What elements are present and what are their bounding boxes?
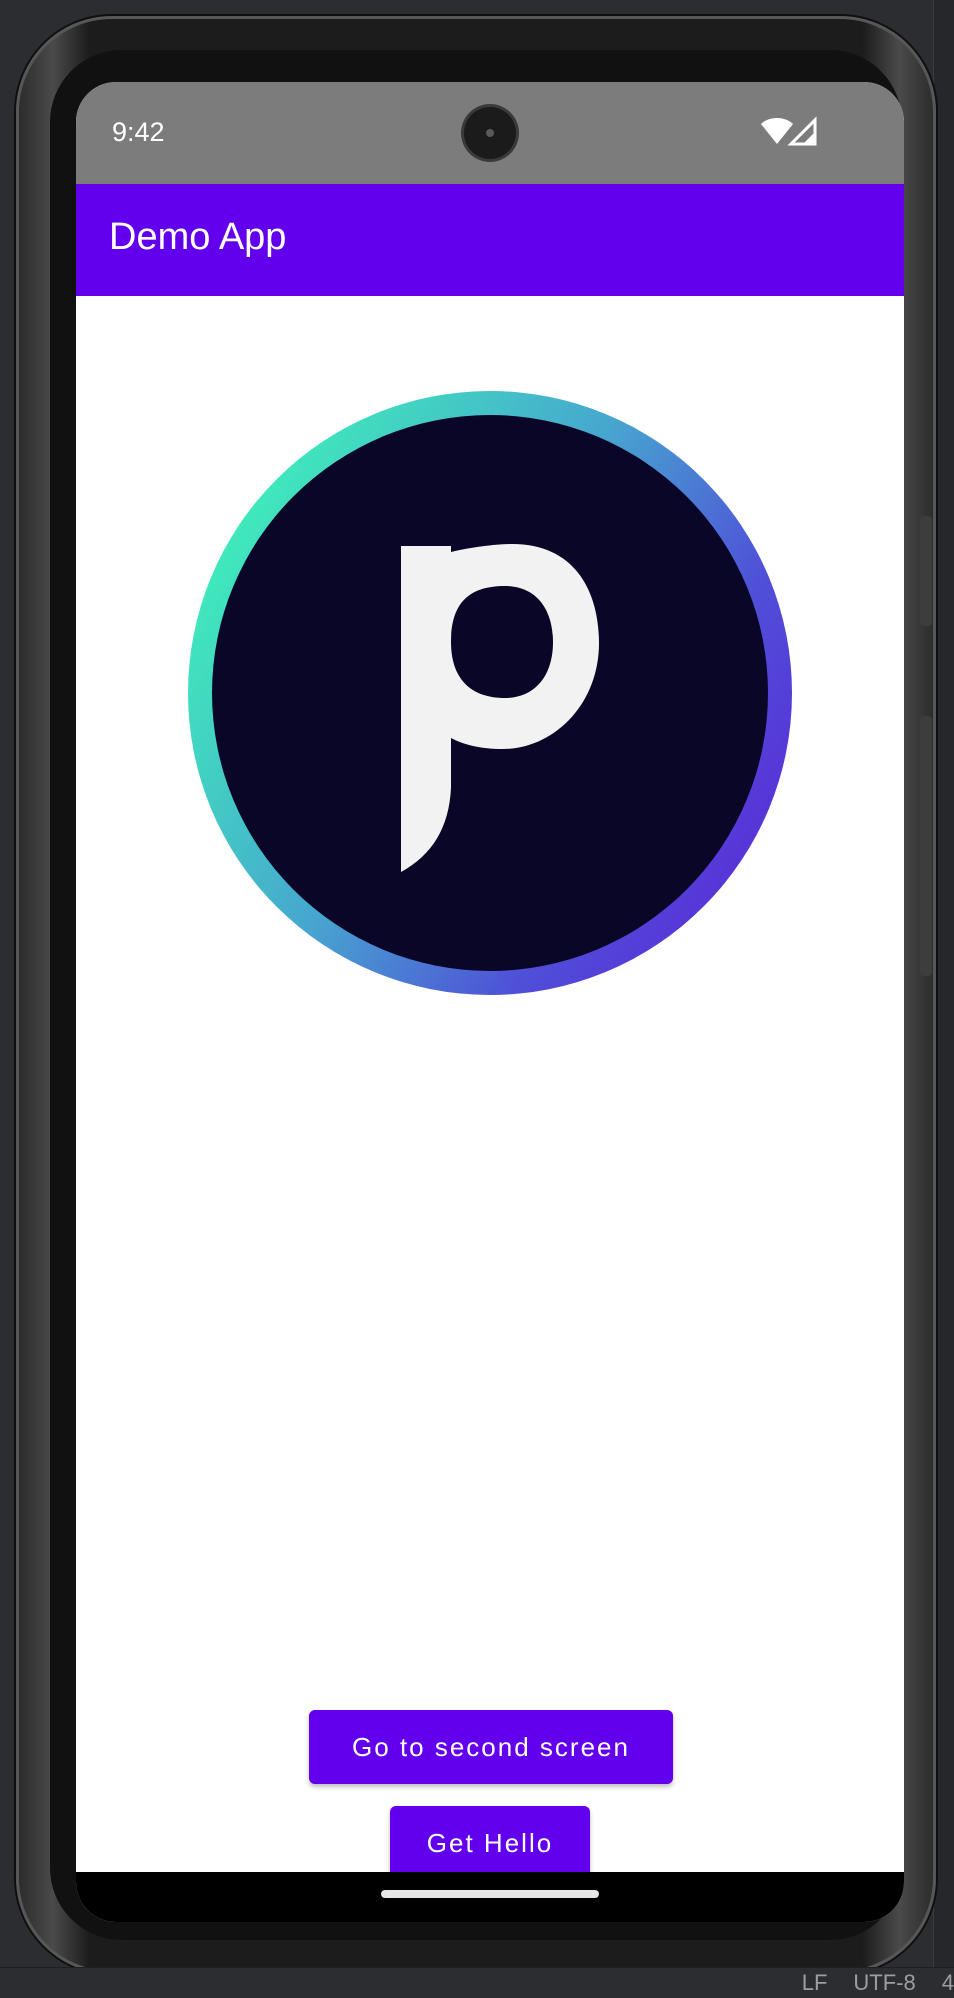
wifi-icon [761, 118, 793, 144]
main-content: Go to second screen Get Hello [76, 296, 904, 1880]
volume-button [920, 716, 932, 976]
device-screen: 9:42 Demo App Go to second screen Get He… [76, 82, 904, 1922]
go-to-second-screen-button[interactable]: Go to second screen [309, 1710, 673, 1784]
navigation-bar [76, 1872, 904, 1922]
app-bar: Demo App [76, 184, 904, 296]
front-camera [464, 107, 516, 159]
status-time: 9:42 [112, 117, 165, 147]
power-button [920, 516, 932, 626]
logo-disc [212, 415, 768, 971]
status-icons [761, 116, 817, 146]
app-logo-image [188, 391, 792, 995]
indent-label[interactable]: 4 [942, 1970, 954, 1996]
ide-side-strip [933, 0, 954, 1998]
phone-frame: 9:42 Demo App Go to second screen Get He… [16, 16, 936, 1974]
app-title: Demo App [109, 216, 287, 258]
line-ending-label[interactable]: LF [802, 1970, 828, 1996]
status-bar: 9:42 [76, 82, 904, 184]
home-gesture-handle[interactable] [381, 1890, 599, 1898]
ide-status-bar: LF UTF-8 4 [0, 1967, 954, 1998]
get-hello-button[interactable]: Get Hello [390, 1806, 590, 1880]
encoding-label[interactable]: UTF-8 [853, 1970, 915, 1996]
